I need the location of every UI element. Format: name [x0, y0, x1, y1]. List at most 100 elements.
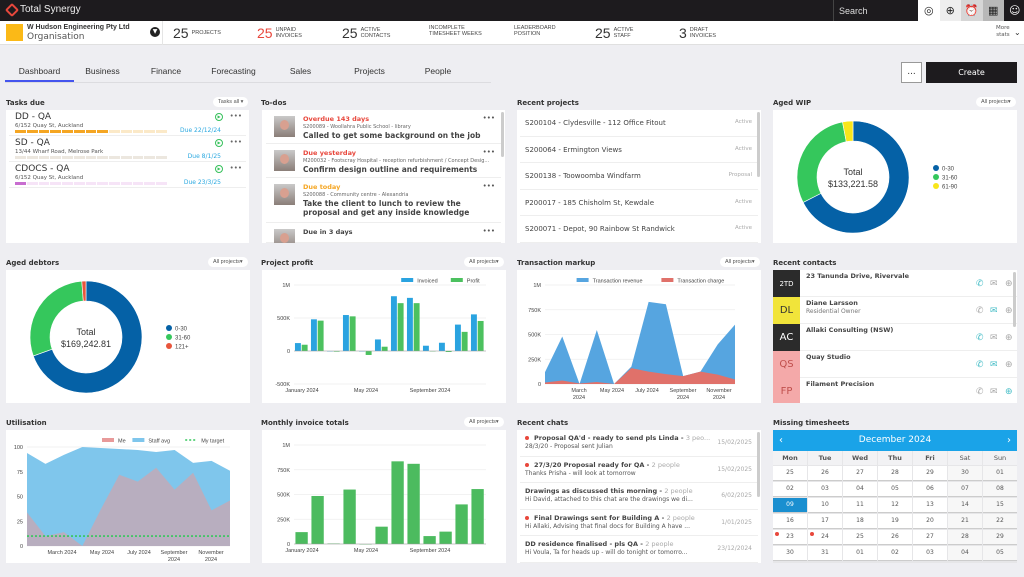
more-stats-button[interactable]: More stats	[996, 25, 1010, 39]
calendar-day[interactable]: 26	[878, 530, 912, 545]
globe-icon[interactable]: ⊕	[1005, 360, 1013, 370]
mail-icon[interactable]: ✉	[990, 360, 998, 370]
more-options-icon[interactable]: •••	[483, 227, 495, 235]
calendar-day[interactable]: 25	[843, 530, 877, 545]
calendar-day[interactable]: 08	[983, 482, 1017, 497]
globe-icon[interactable]: ⊕	[1005, 306, 1013, 316]
aged-debtors-filter-dropdown[interactable]: All projects▾	[208, 257, 248, 267]
project-row[interactable]: S200064 - Ermington Views Active	[520, 137, 758, 163]
calendar-day[interactable]: 02	[878, 546, 912, 561]
tab-forecasting[interactable]: Forecasting	[201, 63, 266, 82]
task-row[interactable]: DD - QA 6/152 Quay St, Auckland Due 22/12/…	[9, 110, 246, 136]
calendar-day[interactable]: 25	[773, 466, 807, 481]
stat-item[interactable]: 25 Projects	[173, 25, 221, 41]
calendar-day[interactable]: 09	[773, 498, 807, 513]
tasks-filter-dropdown[interactable]: Tasks all ▾	[213, 97, 249, 107]
calendar-day[interactable]: 19	[878, 514, 912, 529]
calendar-day[interactable]: 05	[878, 482, 912, 497]
alarm-clock-icon[interactable]: ⏰	[961, 0, 983, 21]
phone-icon[interactable]: ✆	[976, 387, 984, 397]
calendar-day[interactable]: 07	[948, 482, 982, 497]
calendar-day[interactable]: 18	[843, 514, 877, 529]
play-icon[interactable]: ▶	[215, 113, 223, 121]
calendar-day[interactable]: 27	[913, 530, 947, 545]
phone-icon[interactable]: ✆	[976, 306, 984, 316]
transaction-markup-filter-dropdown[interactable]: All projects▾	[720, 257, 760, 267]
more-actions-button[interactable]: ...	[901, 62, 922, 83]
calendar-day[interactable]: 03	[808, 482, 842, 497]
tab-finance[interactable]: Finance	[131, 63, 201, 82]
calendar-day[interactable]: 20	[913, 514, 947, 529]
mail-icon[interactable]: ✉	[990, 279, 998, 289]
chevron-left-icon[interactable]: ‹	[779, 430, 783, 451]
tab-dashboard[interactable]: Dashboard	[5, 63, 74, 82]
todo-item[interactable]: Overdue 143 days S200089 - Woollahra Publ…	[266, 110, 501, 144]
aged-wip-filter-dropdown[interactable]: All projects▾	[976, 97, 1016, 107]
more-options-icon[interactable]: •••	[483, 182, 495, 190]
project-row[interactable]: S200071 - Depot, 90 Rainbow St Randwick A…	[520, 216, 758, 243]
calendar-day[interactable]: 11	[843, 498, 877, 513]
calendar-day[interactable]: 28	[878, 466, 912, 481]
calendar-day[interactable]: 10	[808, 498, 842, 513]
calendar-day[interactable]: 31	[808, 546, 842, 561]
calendar-day[interactable]: 03	[913, 546, 947, 561]
calendar-day[interactable]: 29	[983, 530, 1017, 545]
globe-icon[interactable]: ⊕	[1005, 333, 1013, 343]
calendar-day[interactable]: 21	[948, 514, 982, 529]
calendar-day[interactable]: 27	[843, 466, 877, 481]
search-input[interactable]: Search	[833, 0, 918, 21]
calendar-day[interactable]: 14	[948, 498, 982, 513]
stat-item[interactable]: 3 Draft Invoices	[679, 25, 716, 41]
globe-icon[interactable]: ⊕	[1005, 387, 1013, 397]
org-selector[interactable]: W Hudson Engineering Pty Ltd Organisatio…	[6, 24, 130, 42]
phone-icon[interactable]: ✆	[976, 360, 984, 370]
calendar-day[interactable]: 05	[983, 546, 1017, 561]
calendar-day[interactable]: 01	[983, 466, 1017, 481]
project-row[interactable]: S200138 - Toowoomba Windfarm Proposal	[520, 163, 758, 190]
calendar-day[interactable]: 12	[878, 498, 912, 513]
calendar-day[interactable]: 13	[913, 498, 947, 513]
scrollbar[interactable]	[757, 432, 760, 497]
mail-icon[interactable]: ✉	[990, 333, 998, 343]
calendar-day[interactable]: 06	[913, 482, 947, 497]
project-row[interactable]: P200017 - 185 Chisholm St, Kewdale Active	[520, 190, 758, 216]
stat-item[interactable]: Incomplete Timesheet weeks	[429, 25, 482, 37]
play-icon[interactable]: ▶	[215, 139, 223, 147]
tab-people[interactable]: People	[404, 63, 472, 82]
contact-row[interactable]: 2TD 23 Tanunda Drive, Rivervale ✆ ✉ ⊕	[773, 270, 1017, 297]
chat-row[interactable]: Drawings as discussed this morning - 2 p…	[520, 483, 758, 510]
play-icon[interactable]: ▶	[215, 165, 223, 173]
project-row[interactable]: S200104 - Clydesville - 112 Office Fitou…	[520, 110, 758, 137]
stat-item[interactable]: 25 Unpaid Invoices	[257, 25, 302, 41]
calendar-day[interactable]: 16	[773, 514, 807, 529]
phone-icon[interactable]: ✆	[976, 279, 984, 289]
todo-item[interactable]: Due in 3 days •••	[266, 223, 501, 243]
calendar-day[interactable]: 04	[948, 546, 982, 561]
phone-icon[interactable]: ✆	[976, 333, 984, 343]
mail-icon[interactable]: ✉	[990, 387, 998, 397]
tab-sales[interactable]: Sales	[266, 63, 335, 82]
calendar-day[interactable]: 15	[983, 498, 1017, 513]
app-logo[interactable]: Total Synergy	[4, 2, 81, 17]
calendar-day[interactable]: 29	[913, 466, 947, 481]
contact-row[interactable]: QS Quay Studio ✆ ✉ ⊕	[773, 351, 1017, 378]
tab-projects[interactable]: Projects	[335, 63, 404, 82]
calendar-day[interactable]: 30	[948, 466, 982, 481]
calendar-day[interactable]: 24	[808, 530, 842, 545]
stat-item[interactable]: Leaderboard Position	[514, 25, 556, 37]
chat-row[interactable]: DD residence finalised - pls QA - 2 peop…	[520, 536, 758, 563]
todo-item[interactable]: Due yesterday M200032 - Footscray Hospita…	[266, 144, 501, 178]
chevron-down-icon[interactable]: ⌄	[1014, 28, 1021, 37]
calendar-icon[interactable]: ▦	[982, 0, 1004, 21]
calendar-day[interactable]: 02	[773, 482, 807, 497]
calendar-day[interactable]: 23	[773, 530, 807, 545]
tab-business[interactable]: Business	[74, 63, 131, 82]
stat-item[interactable]: 25 Active Staff	[595, 25, 633, 41]
chevron-down-icon[interactable]: ▼	[150, 27, 160, 37]
scrollbar[interactable]	[1013, 272, 1016, 327]
calendar-day[interactable]: 26	[808, 466, 842, 481]
contact-row[interactable]: DL Diane Larsson Residential Owner ✆ ✉ ⊕	[773, 297, 1017, 324]
chevron-right-icon[interactable]: ›	[1007, 430, 1011, 451]
calendar-day[interactable]: 01	[843, 546, 877, 561]
contact-row[interactable]: FP Filament Precision ✆ ✉ ⊕	[773, 378, 1017, 403]
